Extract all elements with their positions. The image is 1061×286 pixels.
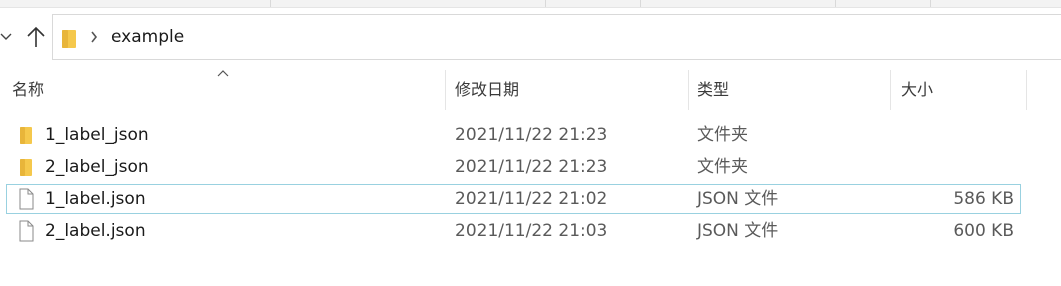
folder-icon	[62, 30, 76, 48]
file-name: 2_label.json	[45, 221, 146, 241]
file-type: JSON 文件	[697, 189, 779, 209]
file-type: JSON 文件	[697, 221, 779, 241]
file-icon	[19, 188, 34, 210]
address-bar[interactable]: example	[52, 14, 1061, 60]
file-name: 2_label_json	[45, 157, 149, 177]
ribbon-divider	[835, 0, 836, 7]
ribbon-divider	[270, 0, 271, 7]
ribbon-divider	[930, 0, 931, 7]
up-button[interactable]	[24, 22, 48, 52]
column-header-bar: 名称 修改日期 类型 大小	[0, 70, 1061, 110]
file-date: 2021/11/22 21:03	[455, 221, 608, 241]
file-date: 2021/11/22 21:23	[455, 157, 608, 177]
column-header-name[interactable]: 名称	[1, 70, 446, 110]
breadcrumb-chevron-icon[interactable]	[89, 29, 99, 45]
file-size: 600 KB	[953, 221, 1014, 241]
up-arrow-icon	[27, 26, 45, 47]
file-name: 1_label_json	[45, 125, 149, 145]
column-header-date[interactable]: 修改日期	[446, 70, 689, 110]
breadcrumb-current-folder[interactable]: example	[111, 26, 184, 48]
recent-locations-button[interactable]	[0, 22, 18, 52]
file-row[interactable]: 2_label.json 2021/11/22 21:03 JSON 文件 60…	[6, 216, 1021, 246]
folder-icon	[20, 159, 32, 176]
file-date: 2021/11/22 21:23	[455, 125, 608, 145]
file-date: 2021/11/22 21:02	[455, 189, 608, 209]
ribbon-divider	[545, 0, 546, 7]
file-row[interactable]: 1_label.json 2021/11/22 21:02 JSON 文件 58…	[6, 184, 1021, 214]
file-row[interactable]: 2_label_json 2021/11/22 21:23 文件夹	[6, 152, 1021, 182]
file-size: 586 KB	[953, 189, 1014, 209]
ribbon-strip	[0, 0, 1061, 8]
file-row[interactable]: 1_label_json 2021/11/22 21:23 文件夹	[6, 120, 1021, 150]
file-name: 1_label.json	[45, 189, 146, 209]
ribbon-divider	[640, 0, 641, 7]
chevron-down-icon	[0, 33, 12, 40]
file-icon	[19, 220, 34, 242]
column-header-type[interactable]: 类型	[689, 70, 891, 110]
folder-icon	[20, 127, 32, 144]
column-header-size[interactable]: 大小	[891, 70, 1027, 110]
file-type: 文件夹	[697, 125, 748, 145]
navigation-bar: example	[0, 8, 1061, 68]
file-type: 文件夹	[697, 157, 748, 177]
